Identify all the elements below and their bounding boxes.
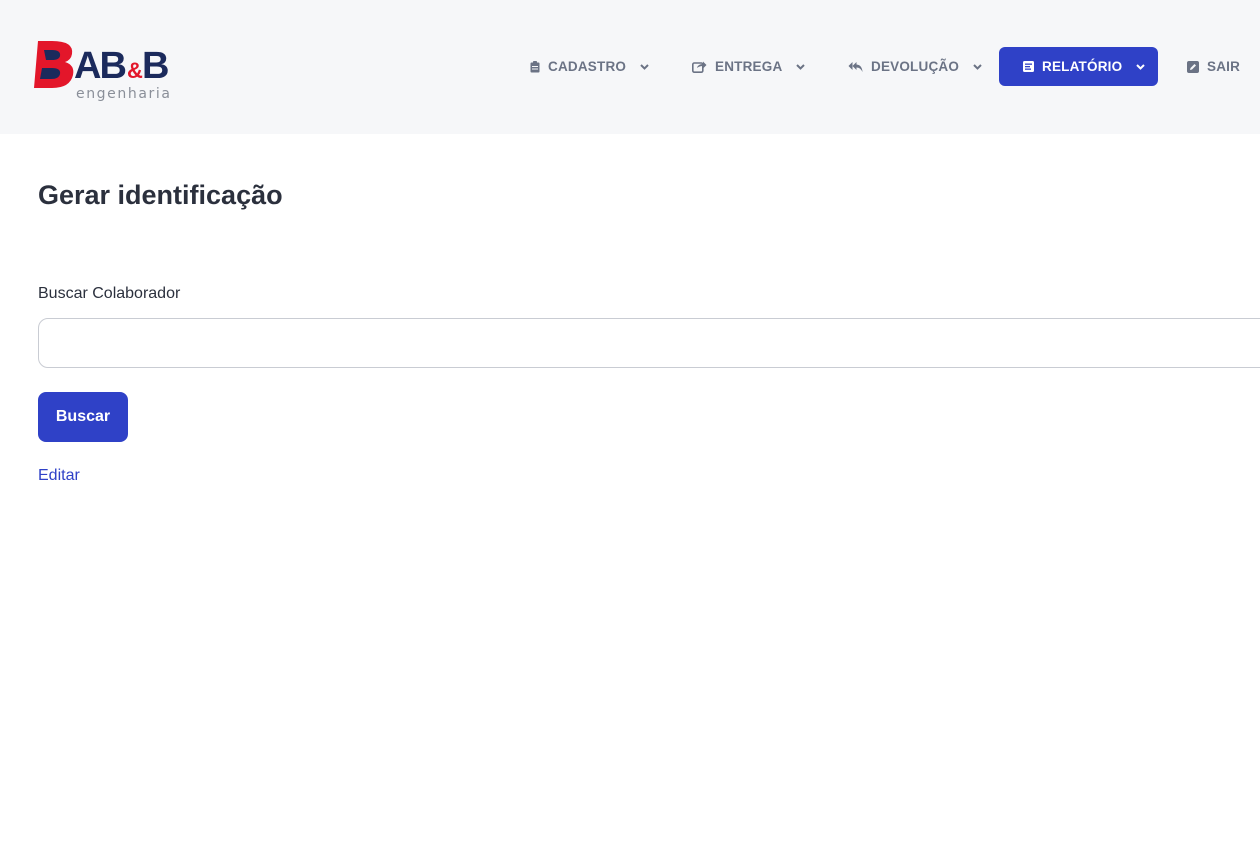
nav-sair[interactable]: SAIR	[1187, 47, 1240, 86]
reply-all-icon	[848, 61, 863, 72]
edit-square-icon	[1187, 60, 1199, 73]
page-title: Gerar identificação	[38, 180, 283, 210]
company-logo[interactable]: AB & B engenharia	[34, 38, 174, 102]
chevron-down-icon	[973, 63, 982, 70]
chevron-down-icon	[640, 63, 649, 70]
search-button[interactable]: Buscar	[38, 392, 128, 442]
svg-text:AB: AB	[74, 45, 125, 87]
nav-devolucao-label: DEVOLUÇÃO	[871, 59, 960, 74]
svg-text:&: &	[127, 58, 143, 83]
nav-relatorio-label: RELATÓRIO	[1042, 59, 1123, 74]
ab-b-logo-icon: AB & B engenharia	[34, 41, 172, 102]
edit-link[interactable]: Editar	[38, 467, 80, 485]
clipboard-icon	[530, 60, 540, 72]
svg-text:engenharia: engenharia	[76, 86, 172, 102]
nav-entrega-label: ENTREGA	[715, 59, 783, 74]
nav-sair-label: SAIR	[1207, 59, 1241, 74]
chevron-down-icon	[1136, 63, 1146, 70]
svg-text:B: B	[142, 45, 169, 87]
nav-entrega[interactable]: ENTREGA	[692, 47, 806, 86]
nav-cadastro[interactable]: CADASTRO	[530, 47, 649, 86]
nav-relatorio[interactable]: RELATÓRIO	[999, 47, 1158, 86]
report-icon	[1023, 61, 1034, 72]
chevron-down-icon	[796, 63, 806, 70]
share-icon	[692, 61, 707, 73]
nav-cadastro-label: CADASTRO	[548, 59, 627, 74]
search-colaborador-input[interactable]	[38, 318, 1260, 368]
top-navbar: AB & B engenharia CADASTRO ENTREGA DEVOL…	[0, 0, 1260, 134]
search-label: Buscar Colaborador	[38, 285, 181, 302]
nav-devolucao[interactable]: DEVOLUÇÃO	[848, 47, 982, 86]
